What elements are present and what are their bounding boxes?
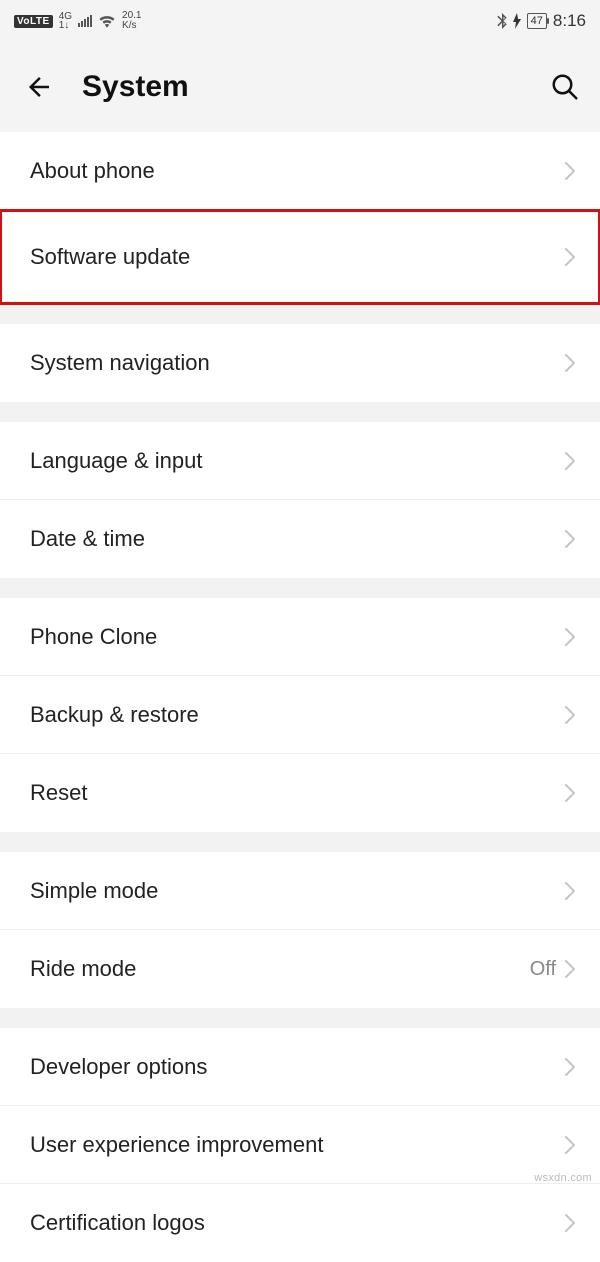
row-ride-mode[interactable]: Ride modeOff — [0, 930, 600, 1008]
row-system-navigation[interactable]: System navigation — [0, 324, 600, 402]
row-value: Off — [530, 958, 556, 981]
row-label: Date & time — [30, 526, 564, 552]
group-gap — [0, 304, 600, 324]
chevron-right-icon — [564, 353, 576, 373]
row-label: Reset — [30, 780, 564, 806]
row-label: Backup & restore — [30, 702, 564, 728]
page-title: System — [82, 70, 522, 104]
chevron-right-icon — [564, 451, 576, 471]
watermark: wsxdn.com — [534, 1172, 592, 1184]
chevron-right-icon — [564, 1213, 576, 1233]
status-right: 47 8:16 — [497, 11, 586, 31]
row-label: System navigation — [30, 350, 564, 376]
network-speed: 20.1 K/s — [122, 11, 141, 31]
row-language-input[interactable]: Language & input — [0, 422, 600, 500]
chevron-right-icon — [564, 161, 576, 181]
row-label: Simple mode — [30, 878, 564, 904]
group-gap — [0, 1008, 600, 1028]
clock: 8:16 — [553, 11, 586, 31]
row-label: Language & input — [30, 448, 564, 474]
row-backup-restore[interactable]: Backup & restore — [0, 676, 600, 754]
settings-group: Phone Clone Backup & restore Reset — [0, 598, 600, 832]
chevron-right-icon — [564, 529, 576, 549]
battery-indicator: 47 — [527, 13, 547, 29]
row-label: Software update — [30, 244, 564, 270]
page-header: System — [0, 42, 600, 132]
chevron-right-icon — [564, 881, 576, 901]
row-label: About phone — [30, 158, 564, 184]
bluetooth-icon — [497, 13, 507, 29]
chevron-right-icon — [564, 247, 576, 267]
search-icon[interactable] — [550, 72, 580, 102]
chevron-right-icon — [564, 783, 576, 803]
row-label: User experience improvement — [30, 1132, 564, 1158]
settings-group: Simple mode Ride modeOff — [0, 852, 600, 1008]
chevron-right-icon — [564, 1135, 576, 1155]
wifi-icon — [98, 14, 116, 28]
row-label: Phone Clone — [30, 624, 564, 650]
row-label: Ride mode — [30, 956, 530, 982]
group-gap — [0, 832, 600, 852]
network-type: 4G 1↓ — [59, 12, 72, 30]
row-software-update[interactable]: Software update — [0, 210, 600, 304]
row-developer-options[interactable]: Developer options — [0, 1028, 600, 1106]
chevron-right-icon — [564, 959, 576, 979]
status-bar: VoLTE 4G 1↓ 20.1 K/s 47 8:16 — [0, 0, 600, 42]
settings-group: System navigation — [0, 324, 600, 402]
chevron-right-icon — [564, 705, 576, 725]
chevron-right-icon — [564, 1057, 576, 1077]
volte-badge: VoLTE — [14, 15, 53, 28]
chevron-right-icon — [564, 627, 576, 647]
settings-group: Developer options User experience improve… — [0, 1028, 600, 1262]
row-label: Certification logos — [30, 1210, 564, 1236]
group-gap — [0, 578, 600, 598]
row-user-experience-improvement[interactable]: User experience improvement — [0, 1106, 600, 1184]
row-about-phone[interactable]: About phone — [0, 132, 600, 210]
row-simple-mode[interactable]: Simple mode — [0, 852, 600, 930]
battery-charging-icon — [513, 13, 521, 29]
back-icon[interactable] — [24, 72, 54, 102]
row-date-time[interactable]: Date & time — [0, 500, 600, 578]
settings-group: About phone Software update — [0, 132, 600, 304]
group-gap — [0, 402, 600, 422]
row-reset[interactable]: Reset — [0, 754, 600, 832]
status-left: VoLTE 4G 1↓ 20.1 K/s — [14, 11, 142, 31]
signal-icon — [78, 15, 92, 27]
settings-group: Language & input Date & time — [0, 422, 600, 578]
row-label: Developer options — [30, 1054, 564, 1080]
row-phone-clone[interactable]: Phone Clone — [0, 598, 600, 676]
row-certification-logos[interactable]: Certification logos — [0, 1184, 600, 1262]
